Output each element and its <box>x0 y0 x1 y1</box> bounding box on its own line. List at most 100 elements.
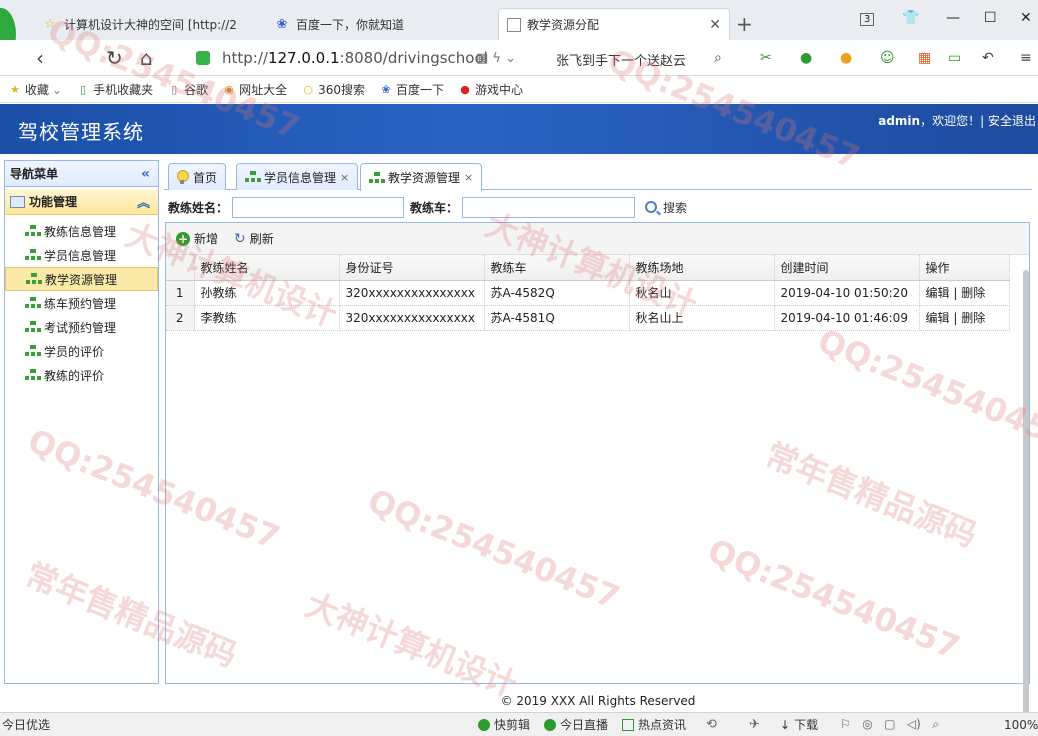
tab-teaching-resources[interactable]: 教学资源管理 × <box>360 163 483 191</box>
tree-icon <box>25 369 41 381</box>
today-picks[interactable]: 今日优选 <box>2 716 50 733</box>
grid-toolbar: + 新增 ↻ 刷新 <box>166 223 1029 255</box>
bookmark-google[interactable]: ▯ 谷歌 <box>167 81 208 98</box>
download-icon: ↓ <box>780 717 791 732</box>
qr-icon[interactable]: ▦ ϟ ⌄ <box>476 51 516 66</box>
coach-car-input[interactable] <box>462 196 636 218</box>
shirt-icon[interactable]: 👕 <box>902 10 919 26</box>
cell-id-number: 320xxxxxxxxxxxxxxx <box>339 280 485 306</box>
bookmark-games[interactable]: ● 游戏中心 <box>458 81 523 98</box>
face-icon[interactable]: ☺ <box>880 50 895 66</box>
delete-link[interactable]: 删除 <box>961 311 985 325</box>
table-row[interactable]: 2 李教练 320xxxxxxxxxxxxxxx 苏A-4581Q 秋名山上 2… <box>166 305 1010 331</box>
window-close-icon[interactable]: ✕ <box>1020 10 1032 26</box>
live-button[interactable]: 今日直播 <box>544 716 608 733</box>
minimize-icon[interactable]: — <box>946 10 960 26</box>
cell-created: 2019-04-10 01:50:20 <box>774 280 920 306</box>
cell-actions: 编辑 | 删除 <box>919 305 1010 331</box>
table-row[interactable]: 1 孙教练 320xxxxxxxxxxxxxxx 苏A-4582Q 秋名山 20… <box>166 280 1010 306</box>
bookmark-favorites[interactable]: ★ 收藏 ⌄ <box>8 81 62 98</box>
column-header[interactable]: 操作 <box>919 255 1010 281</box>
back-icon[interactable]: ‹ <box>36 46 44 70</box>
search-icon <box>645 201 658 213</box>
sidebar-item-practice-booking[interactable]: 练车预约管理 <box>5 291 158 315</box>
chevron-up-icon[interactable]: ︽ <box>137 192 150 211</box>
coin-icon[interactable]: ● <box>840 50 852 66</box>
add-icon: + <box>176 231 190 246</box>
quick-cut-button[interactable]: 快剪辑 <box>478 716 530 733</box>
bookmark-sites[interactable]: ◉ 网址大全 <box>222 81 287 98</box>
reload-icon[interactable]: ↻ <box>106 46 123 70</box>
row-number-header <box>166 255 195 281</box>
cell-created: 2019-04-10 01:46:09 <box>774 305 920 331</box>
browser-tab-3[interactable]: 教学资源分配 ✕ <box>498 8 730 40</box>
column-header[interactable]: 身份证号 <box>339 255 485 281</box>
home-icon[interactable]: ⌂ <box>140 46 153 70</box>
download-button[interactable]: ↓ 下载 <box>780 716 818 733</box>
sidebar-item-student-review[interactable]: 学员的评价 <box>5 339 158 363</box>
tab-home[interactable]: 首页 <box>168 163 227 190</box>
translate-icon[interactable]: ● <box>800 50 812 66</box>
paw-icon: ❀ <box>381 83 391 96</box>
edit-link[interactable]: 编辑 <box>926 311 950 325</box>
search-icon[interactable]: ⌕ <box>714 50 722 66</box>
column-header[interactable]: 教练姓名 <box>194 255 340 281</box>
tab-student-info[interactable]: 学员信息管理 × <box>236 163 359 190</box>
browser-tab-2[interactable]: ❀ 百度一下，你就知道 <box>274 8 404 40</box>
tab-count-badge[interactable]: 3 <box>860 10 875 26</box>
add-button[interactable]: + 新增 <box>176 230 218 247</box>
scissors-icon <box>478 718 490 731</box>
zoom-level[interactable]: 100% <box>1004 718 1038 732</box>
separator: | <box>980 114 985 128</box>
coach-car-label: 教练车： <box>410 200 459 215</box>
search-button[interactable]: 搜索 <box>645 199 687 216</box>
sidebar-item-teaching-resources[interactable]: 教学资源管理 <box>5 267 158 291</box>
logout-link[interactable]: 安全退出 <box>988 114 1036 128</box>
battery-icon[interactable]: ▭ <box>948 50 961 66</box>
scissors-icon[interactable]: ✂ <box>760 50 772 66</box>
star-icon: ★ <box>10 83 20 96</box>
sidebar: 导航菜单 « 功能管理 ︽ 教练信息管理 学员信息管理 教学资源管理 练车预约管… <box>4 160 159 684</box>
search-hint[interactable]: 张飞到手下一个送赵云 <box>556 50 686 69</box>
browser-tab-1[interactable]: ☆ 计算机设计大神的空间 [http://2 <box>42 8 237 40</box>
edit-link[interactable]: 编辑 <box>926 286 950 300</box>
maximize-icon[interactable]: ☐ <box>984 10 997 26</box>
url-host: 127.0.0.1 <box>267 49 340 67</box>
undo-icon[interactable]: ↶ <box>982 50 994 66</box>
sidebar-item-coach-review[interactable]: 教练的评价 <box>5 363 158 387</box>
cell-site: 秋名山上 <box>629 305 775 331</box>
refresh-button[interactable]: ↻ 刷新 <box>234 230 274 247</box>
delete-link[interactable]: 删除 <box>961 286 985 300</box>
sidebar-menu: 教练信息管理 学员信息管理 教学资源管理 练车预约管理 考试预约管理 学员的评价… <box>5 215 158 387</box>
tree-icon <box>26 273 42 285</box>
close-icon[interactable]: × <box>340 171 349 184</box>
close-icon[interactable]: ✕ <box>709 17 721 33</box>
cell-coach-name: 李教练 <box>194 305 340 331</box>
column-header[interactable]: 教练车 <box>484 255 630 281</box>
bookmark-360[interactable]: ○ 360搜索 <box>301 81 365 98</box>
cell-coach-name: 孙教练 <box>194 280 340 306</box>
sidebar-group[interactable]: 功能管理 ︽ <box>5 189 158 215</box>
status-tools-icon[interactable]: ⚐ ◎ ▢ ◁) ⌕ <box>840 717 939 732</box>
bookmark-mobile[interactable]: ▯ 手机收藏夹 <box>76 81 153 98</box>
cell-actions: 编辑 | 删除 <box>919 280 1010 306</box>
coach-name-input[interactable] <box>232 196 405 218</box>
column-header[interactable]: 创建时间 <box>774 255 920 281</box>
collapse-icon[interactable]: « <box>141 166 150 182</box>
new-tab-icon[interactable]: + <box>736 12 753 36</box>
column-header[interactable]: 教练场地 <box>629 255 775 281</box>
sidebar-item-exam-booking[interactable]: 考试预约管理 <box>5 315 158 339</box>
sidebar-item-coach-info[interactable]: 教练信息管理 <box>5 219 158 243</box>
vertical-scrollbar[interactable] <box>1023 270 1029 736</box>
menu-icon[interactable]: ≡ <box>1020 50 1032 66</box>
apps-icon[interactable]: ▦ <box>918 50 931 66</box>
news-button[interactable]: 热点资讯 <box>622 716 686 733</box>
sidebar-item-student-info[interactable]: 学员信息管理 <box>5 243 158 267</box>
username: admin <box>878 114 921 128</box>
close-icon[interactable]: × <box>464 171 473 184</box>
bookmark-baidu[interactable]: ❀ 百度一下 <box>379 81 444 98</box>
news-icon <box>622 718 634 731</box>
browser-tab-title: 计算机设计大神的空间 [http://2 <box>64 17 237 32</box>
status-icons: ⟲ ✈ <box>706 717 774 732</box>
main-panel: 首页 学员信息管理 × 教学资源管理 × 教练姓名： 教练车： 搜索 + 新增 <box>164 160 1032 736</box>
